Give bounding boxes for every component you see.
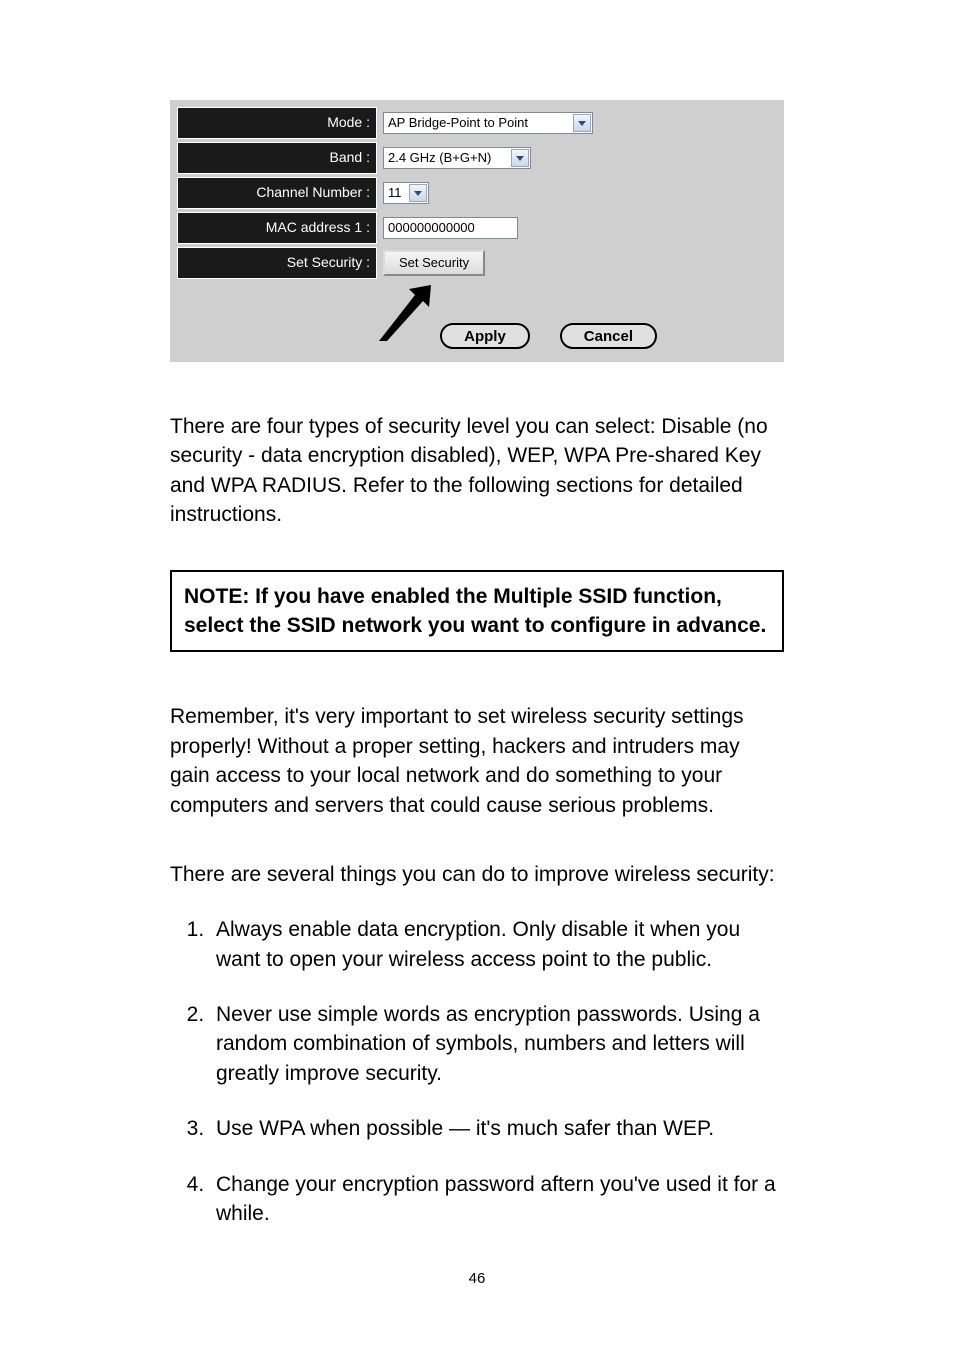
apply-button[interactable]: Apply: [440, 323, 530, 349]
mac1-input[interactable]: 000000000000: [383, 217, 518, 239]
arrow-row: Apply Cancel: [177, 289, 777, 349]
row-security: Set Security : Set Security: [177, 247, 777, 279]
cancel-button[interactable]: Cancel: [560, 323, 657, 349]
tip-item: Never use simple words as encryption pas…: [210, 1000, 784, 1088]
note-box: NOTE: If you have enabled the Multiple S…: [170, 570, 784, 653]
tips-list: Always enable data encryption. Only disa…: [170, 915, 784, 1228]
channel-select[interactable]: 11: [383, 182, 429, 204]
arrow-icon: [377, 281, 437, 343]
paragraph-reminder: Remember, it's very important to set wir…: [170, 702, 784, 820]
chevron-down-icon[interactable]: [573, 114, 591, 132]
label-security: Set Security :: [177, 247, 377, 279]
row-mode: Mode : AP Bridge-Point to Point: [177, 107, 777, 139]
band-select[interactable]: 2.4 GHz (B+G+N): [383, 147, 531, 169]
tip-item: Change your encryption password aftern y…: [210, 1170, 784, 1229]
mode-value: AP Bridge-Point to Point: [388, 114, 534, 132]
config-panel: Mode : AP Bridge-Point to Point Band : 2…: [170, 100, 784, 362]
label-channel: Channel Number :: [177, 177, 377, 209]
row-band: Band : 2.4 GHz (B+G+N): [177, 142, 777, 174]
row-mac1: MAC address 1 : 000000000000: [177, 212, 777, 244]
band-value: 2.4 GHz (B+G+N): [388, 149, 497, 167]
paragraph-security-types: There are four types of security level y…: [170, 412, 784, 530]
paragraph-tips-intro: There are several things you can do to i…: [170, 860, 784, 889]
mode-select[interactable]: AP Bridge-Point to Point: [383, 112, 593, 134]
label-band: Band :: [177, 142, 377, 174]
label-mode: Mode :: [177, 107, 377, 139]
chevron-down-icon[interactable]: [409, 184, 427, 202]
page-number: 46: [170, 1268, 784, 1289]
chevron-down-icon[interactable]: [511, 149, 529, 167]
tip-item: Use WPA when possible — it's much safer …: [210, 1114, 784, 1143]
channel-value: 11: [388, 184, 408, 202]
mac1-value: 000000000000: [388, 219, 475, 237]
tip-item: Always enable data encryption. Only disa…: [210, 915, 784, 974]
set-security-button[interactable]: Set Security: [383, 250, 485, 276]
row-channel: Channel Number : 11: [177, 177, 777, 209]
label-mac1: MAC address 1 :: [177, 212, 377, 244]
